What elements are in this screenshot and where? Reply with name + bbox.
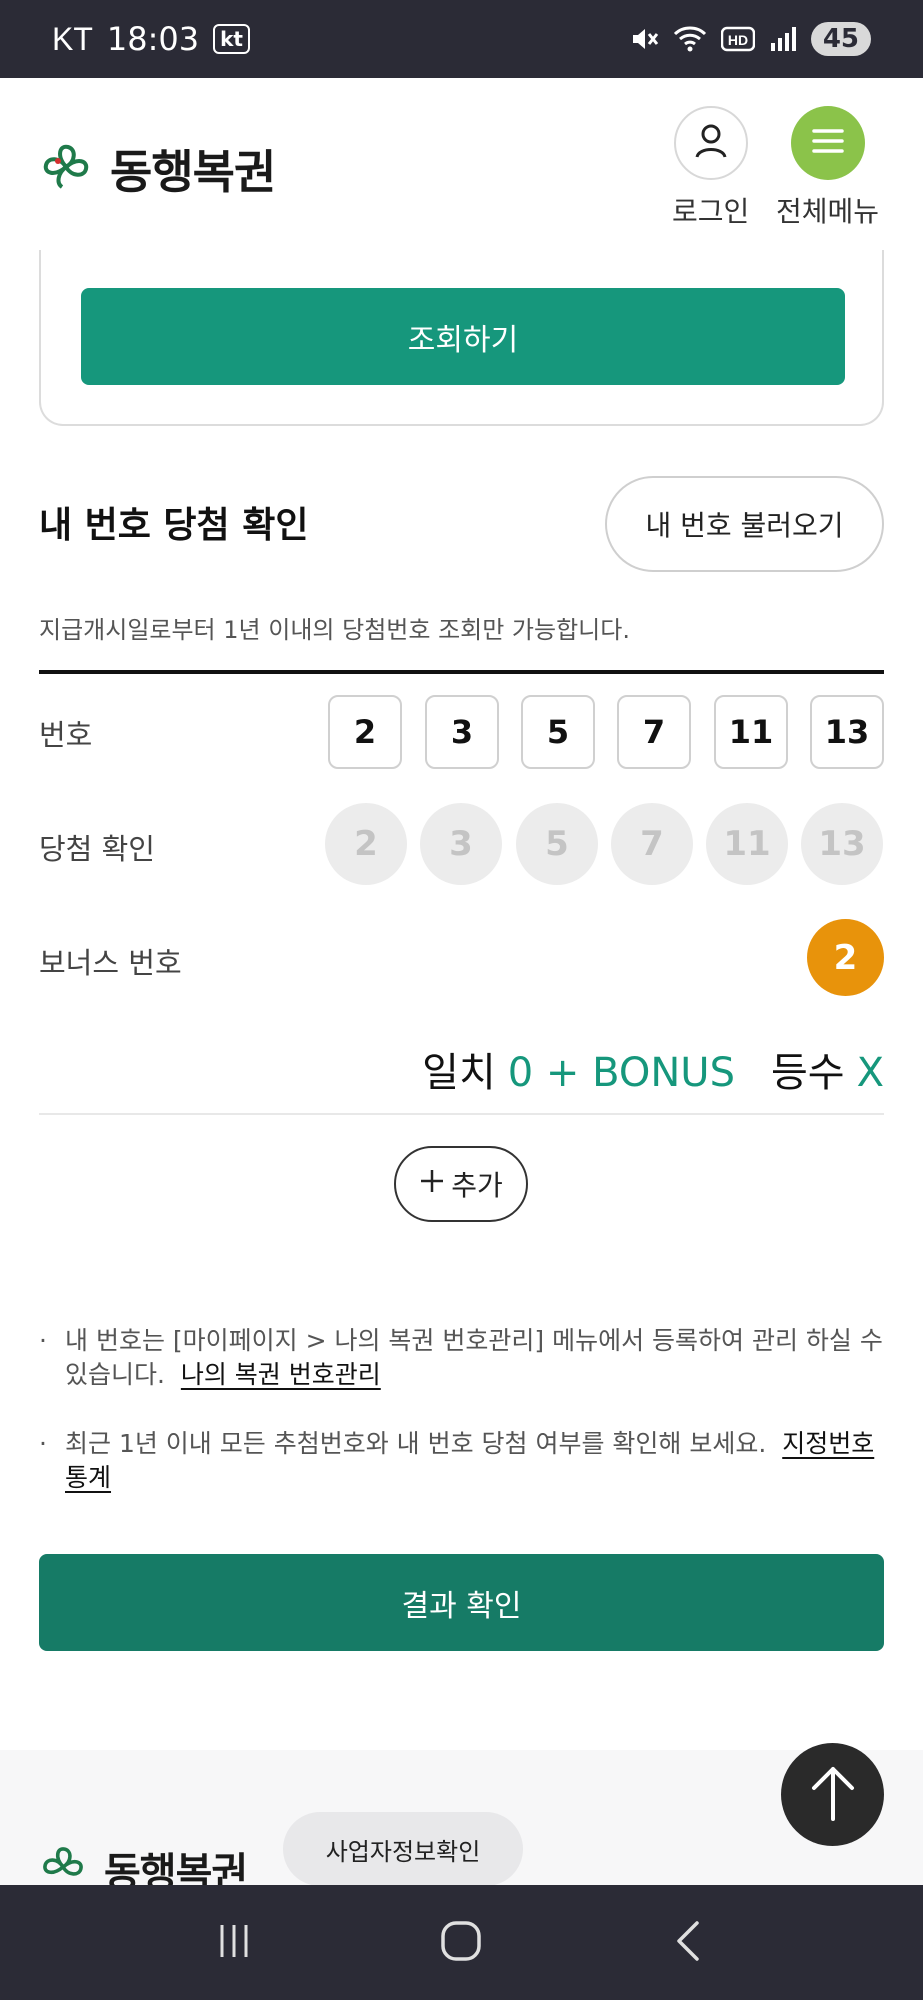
load-my-numbers-button[interactable]: 내 번호 불러오기: [605, 476, 884, 572]
rank-label: 등수: [770, 1050, 845, 1096]
carrier-name: KT: [52, 20, 93, 57]
info-text: 내 번호는 [마이페이지 > 나의 복권 번호관리] 메뉴에서 등록하여 관리 …: [65, 1324, 889, 1392]
full-menu-button[interactable]: 전체메뉴: [776, 106, 879, 230]
logo[interactable]: 동행복권: [38, 136, 276, 202]
number-box[interactable]: 2: [328, 695, 402, 769]
login-button[interactable]: 로그인: [672, 106, 749, 230]
wifi-icon: [673, 24, 707, 54]
numbers-row-label: 번호: [39, 718, 93, 752]
recent-apps-icon: [214, 1921, 254, 1965]
menu-circle[interactable]: [790, 106, 865, 180]
match-ball: 13: [801, 803, 883, 885]
arrow-up-icon: [808, 1763, 858, 1827]
query-card: 조회하기: [39, 250, 884, 426]
footer: 동행복권 사업자정보확인: [0, 1750, 923, 1885]
hd-icon: HD: [720, 26, 755, 52]
status-left: KT 18:03 kt: [52, 20, 250, 58]
clover-logo-icon: [38, 1842, 88, 1885]
business-info-button[interactable]: 사업자정보확인: [283, 1812, 523, 1885]
battery-indicator: 45: [810, 22, 871, 56]
logo-text: 동행복권: [110, 145, 276, 199]
footer-logo-text: 동행복권: [104, 1850, 248, 1885]
recent-apps-button[interactable]: [194, 1913, 274, 1973]
add-button[interactable]: 추가: [394, 1146, 528, 1222]
my-number-manage-link[interactable]: 나의 복권 번호관리: [181, 1360, 381, 1389]
number-box[interactable]: 13: [810, 695, 884, 769]
number-box[interactable]: 3: [425, 695, 499, 769]
home-button[interactable]: [421, 1913, 501, 1973]
carrier-badge: kt: [213, 24, 250, 54]
signal-icon: [769, 25, 797, 53]
scroll-top-button[interactable]: [781, 1743, 884, 1846]
footer-logo: 동행복권: [38, 1840, 248, 1885]
info-item: · 내 번호는 [마이페이지 > 나의 복권 번호관리] 메뉴에서 등록하여 관…: [39, 1324, 889, 1392]
system-nav-bar: [0, 1885, 923, 2000]
mute-icon: [629, 24, 659, 54]
hamburger-icon: [811, 127, 845, 159]
clover-logo-icon: [38, 139, 94, 199]
bonus-row-label: 보너스 번호: [39, 946, 182, 980]
section-title: 내 번호 당첨 확인: [39, 505, 309, 546]
app-header: 동행복권 로그인 전체메뉴: [0, 78, 923, 248]
divider: [39, 670, 884, 674]
menu-label: 전체메뉴: [776, 195, 880, 228]
bullet: ·: [39, 1429, 47, 1458]
divider-thin: [39, 1113, 884, 1115]
info-item: · 최근 1년 이내 모든 추첨번호와 내 번호 당첨 여부를 확인해 보세요.…: [39, 1427, 889, 1495]
match-ball: 2: [325, 803, 407, 885]
number-box[interactable]: 7: [617, 695, 691, 769]
back-icon: [671, 1919, 707, 1967]
back-button[interactable]: [649, 1913, 729, 1973]
clock: 18:03: [106, 20, 200, 58]
login-label: 로그인: [672, 195, 750, 228]
rank-value: X: [856, 1050, 884, 1096]
match-label: 일치: [422, 1050, 496, 1096]
match-row-label: 당첨 확인: [39, 832, 155, 866]
check-result-button[interactable]: 결과 확인: [39, 1554, 884, 1651]
section-note: 지급개시일로부터 1년 이내의 당첨번호 조회만 가능합니다.: [39, 616, 630, 644]
login-circle[interactable]: [673, 106, 748, 180]
status-right: HD 45: [629, 22, 871, 56]
match-ball: 5: [516, 803, 598, 885]
person-icon: [691, 121, 731, 165]
info-text: 최근 1년 이내 모든 추첨번호와 내 번호 당첨 여부를 확인해 보세요. 지…: [65, 1427, 889, 1495]
plus-icon: [419, 1168, 445, 1201]
number-box[interactable]: 5: [521, 695, 595, 769]
info-text-body: 최근 1년 이내 모든 추첨번호와 내 번호 당첨 여부를 확인해 보세요.: [65, 1429, 767, 1458]
svg-text:HD: HD: [728, 32, 748, 48]
status-bar: KT 18:03 kt HD 45: [0, 0, 923, 78]
result-summary: 일치 0 + BONUS 등수 X: [422, 1040, 884, 1098]
bullet: ·: [39, 1326, 47, 1355]
number-box[interactable]: 11: [714, 695, 788, 769]
bonus-ball: 2: [807, 919, 884, 996]
match-value: 0 + BONUS: [507, 1050, 735, 1096]
match-ball: 11: [706, 803, 788, 885]
home-icon: [439, 1919, 483, 1967]
add-label: 추가: [451, 1169, 503, 1202]
match-ball: 3: [420, 803, 502, 885]
match-ball: 7: [611, 803, 693, 885]
query-button[interactable]: 조회하기: [81, 288, 845, 385]
